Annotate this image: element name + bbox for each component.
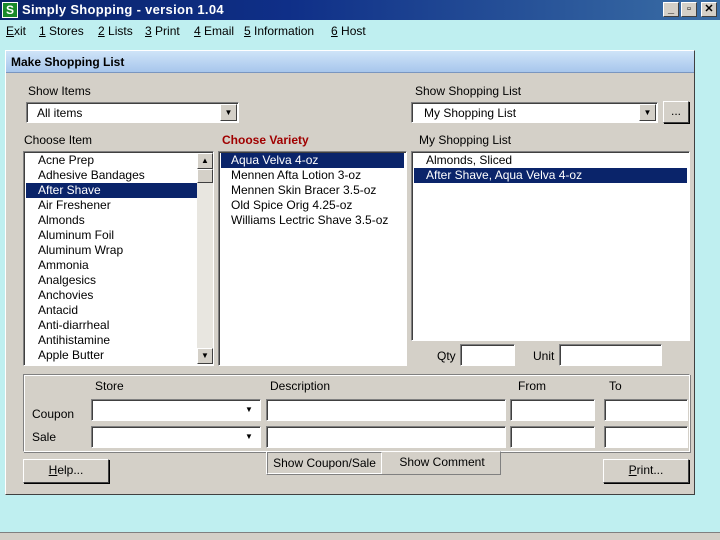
list-item[interactable]: Aluminum Wrap: [26, 243, 123, 258]
list-item[interactable]: Acne Prep: [26, 153, 94, 168]
qty-label: Qty: [437, 349, 456, 363]
list-item[interactable]: Ammonia: [26, 258, 89, 273]
minimize-button[interactable]: _: [663, 2, 679, 17]
description-header: Description: [270, 379, 331, 393]
choose-variety-label: Choose Variety: [222, 133, 309, 147]
panel-title-bar: Make Shopping List: [6, 51, 694, 73]
coupon-to-input[interactable]: [604, 399, 688, 421]
scroll-thumb[interactable]: [197, 169, 213, 183]
my-shopping-list[interactable]: Almonds, Sliced After Shave, Aqua Velva …: [411, 151, 690, 341]
list-item-selected[interactable]: After Shave, Aqua Velva 4-oz: [414, 168, 687, 183]
unit-label: Unit: [533, 349, 555, 363]
window-title: Simply Shopping - version 1.04: [22, 2, 224, 17]
show-shopping-list-label: Show Shopping List: [415, 84, 522, 98]
list-item[interactable]: Old Spice Orig 4.25-oz: [221, 198, 352, 213]
coupon-from-input[interactable]: [510, 399, 595, 421]
menu-stores[interactable]: 1 Stores: [39, 24, 84, 38]
list-item[interactable]: Almonds, Sliced: [414, 153, 512, 168]
make-shopping-list-panel: Make Shopping List Show Items All items …: [5, 50, 695, 495]
chevron-down-icon[interactable]: ▼: [639, 104, 656, 121]
qty-input[interactable]: [460, 344, 515, 366]
show-shopping-list-combo[interactable]: My Shopping List ▼: [411, 102, 658, 123]
coupon-description-input[interactable]: [266, 399, 506, 421]
choose-item-label: Choose Item: [24, 133, 93, 147]
show-items-combo[interactable]: All items ▼: [26, 102, 239, 123]
maximize-button[interactable]: ▫: [681, 2, 697, 17]
browse-list-button[interactable]: ...: [663, 101, 689, 123]
to-header: To: [609, 379, 622, 393]
app-icon: S: [2, 2, 18, 18]
menu-host[interactable]: 6 Host: [331, 24, 366, 38]
list-item[interactable]: Almonds: [26, 213, 85, 228]
show-items-label: Show Items: [28, 84, 91, 98]
list-item[interactable]: Mennen Afta Lotion 3-oz: [221, 168, 361, 183]
list-item[interactable]: Williams Lectric Shave 3.5-oz: [221, 213, 388, 228]
choose-variety-list[interactable]: Aqua Velva 4-oz Mennen Afta Lotion 3-oz …: [218, 151, 407, 366]
sale-from-input[interactable]: [510, 426, 595, 448]
from-header: From: [518, 379, 546, 393]
status-bar: [0, 532, 720, 540]
menu-email[interactable]: 4 Email: [194, 24, 234, 38]
sale-to-input[interactable]: [604, 426, 688, 448]
scroll-down-icon[interactable]: ▼: [197, 348, 213, 364]
chevron-down-icon[interactable]: ▼: [242, 404, 256, 416]
vertical-scrollbar[interactable]: ▲ ▼: [197, 153, 213, 364]
sale-label: Sale: [32, 430, 57, 444]
my-shopping-list-label: My Shopping List: [419, 133, 512, 147]
help-button[interactable]: Help...: [23, 459, 109, 483]
list-item-selected[interactable]: Aqua Velva 4-oz: [221, 153, 404, 168]
show-shopping-list-value: My Shopping List: [424, 106, 517, 120]
list-item[interactable]: Air Freshener: [26, 198, 111, 213]
sale-description-input[interactable]: [266, 426, 506, 448]
coupon-label: Coupon: [32, 407, 75, 421]
panel-title: Make Shopping List: [11, 55, 125, 69]
close-button[interactable]: ✕: [701, 2, 717, 17]
coupon-store-combo[interactable]: ▼: [91, 399, 261, 421]
show-coupon-sale-tab[interactable]: Show Coupon/Sale: [267, 452, 382, 474]
list-item[interactable]: Adhesive Bandages: [26, 168, 145, 183]
menu-information[interactable]: 5 Information: [244, 24, 314, 38]
coupon-comment-toggle-group: Show Coupon/Sale Show Comment: [266, 451, 501, 475]
title-bar: S Simply Shopping - version 1.04 _ ▫ ✕: [0, 0, 720, 20]
unit-input[interactable]: [559, 344, 662, 366]
chevron-down-icon[interactable]: ▼: [242, 431, 256, 443]
list-item[interactable]: Aluminum Foil: [26, 228, 114, 243]
list-item[interactable]: Apple Butter: [26, 348, 104, 363]
list-item-selected[interactable]: After Shave: [26, 183, 198, 198]
show-items-value: All items: [37, 106, 83, 120]
sale-store-combo[interactable]: ▼: [91, 426, 261, 448]
menu-lists[interactable]: 2 Lists: [98, 24, 133, 38]
menu-bar: Exit 1 Stores 2 Lists 3 Print 4 Email 5 …: [0, 20, 720, 42]
show-comment-tab[interactable]: Show Comment: [384, 452, 500, 474]
menu-print[interactable]: 3 Print: [145, 24, 180, 38]
menu-exit[interactable]: Exit: [6, 24, 26, 38]
scroll-up-icon[interactable]: ▲: [197, 153, 213, 169]
list-item[interactable]: Anti-diarrheal: [26, 318, 109, 333]
chevron-down-icon[interactable]: ▼: [220, 104, 237, 121]
choose-item-list[interactable]: Acne Prep Adhesive Bandages After Shave …: [23, 151, 214, 366]
store-header: Store: [95, 379, 124, 393]
list-item[interactable]: Mennen Skin Bracer 3.5-oz: [221, 183, 376, 198]
list-item[interactable]: Analgesics: [26, 273, 96, 288]
list-item[interactable]: Antacid: [26, 303, 78, 318]
print-button[interactable]: Print...: [603, 459, 689, 483]
list-item[interactable]: Antihistamine: [26, 333, 110, 348]
list-item[interactable]: Anchovies: [26, 288, 93, 303]
